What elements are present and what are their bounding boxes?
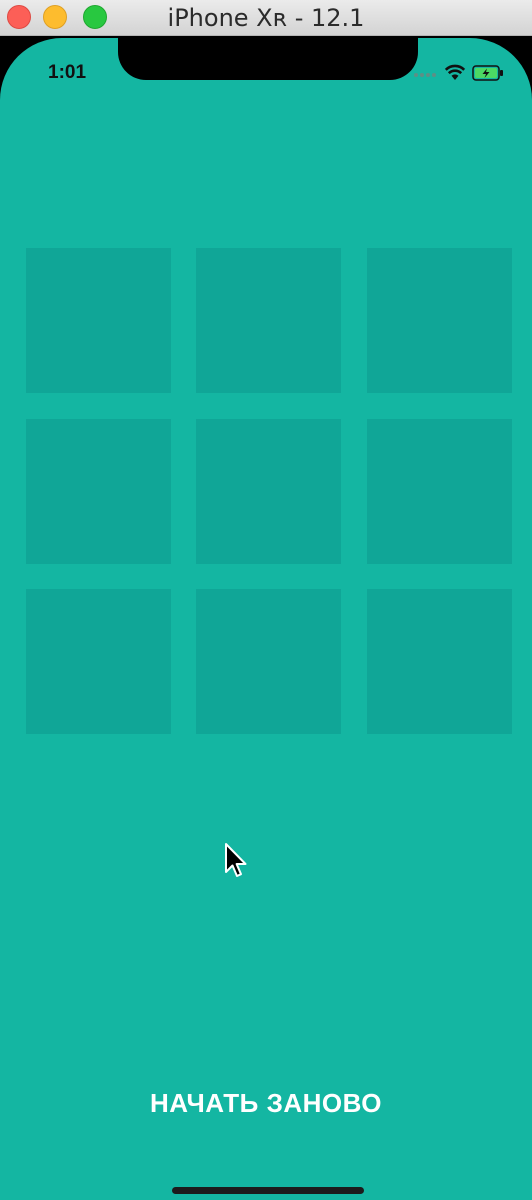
board-cell[interactable] (26, 589, 171, 734)
window-title: iPhone Xʀ - 12.1 (167, 4, 365, 32)
board-cell[interactable] (26, 248, 171, 393)
board-cell[interactable] (367, 419, 512, 564)
board-cell[interactable] (367, 589, 512, 734)
board-cell[interactable] (196, 248, 341, 393)
mouse-cursor-icon (225, 843, 247, 877)
app-screen: 1:01 НАЧАТЬ ЗАНОВО (0, 38, 532, 1200)
battery-charging-icon (472, 65, 503, 81)
tic-tac-toe-board (26, 248, 512, 734)
device-frame: 1:01 НАЧАТЬ ЗАНОВО (0, 36, 532, 1200)
board-cell[interactable] (196, 589, 341, 734)
wifi-icon (444, 64, 466, 80)
board-cell[interactable] (26, 419, 171, 564)
device-notch (118, 38, 418, 80)
board-cell[interactable] (367, 248, 512, 393)
cellular-signal-icon (414, 71, 436, 77)
status-time: 1:01 (48, 62, 87, 83)
home-indicator[interactable] (172, 1187, 364, 1194)
restart-button[interactable]: НАЧАТЬ ЗАНОВО (0, 1088, 532, 1119)
simulator-titlebar: iPhone Xʀ - 12.1 (0, 0, 532, 36)
board-cell[interactable] (196, 419, 341, 564)
